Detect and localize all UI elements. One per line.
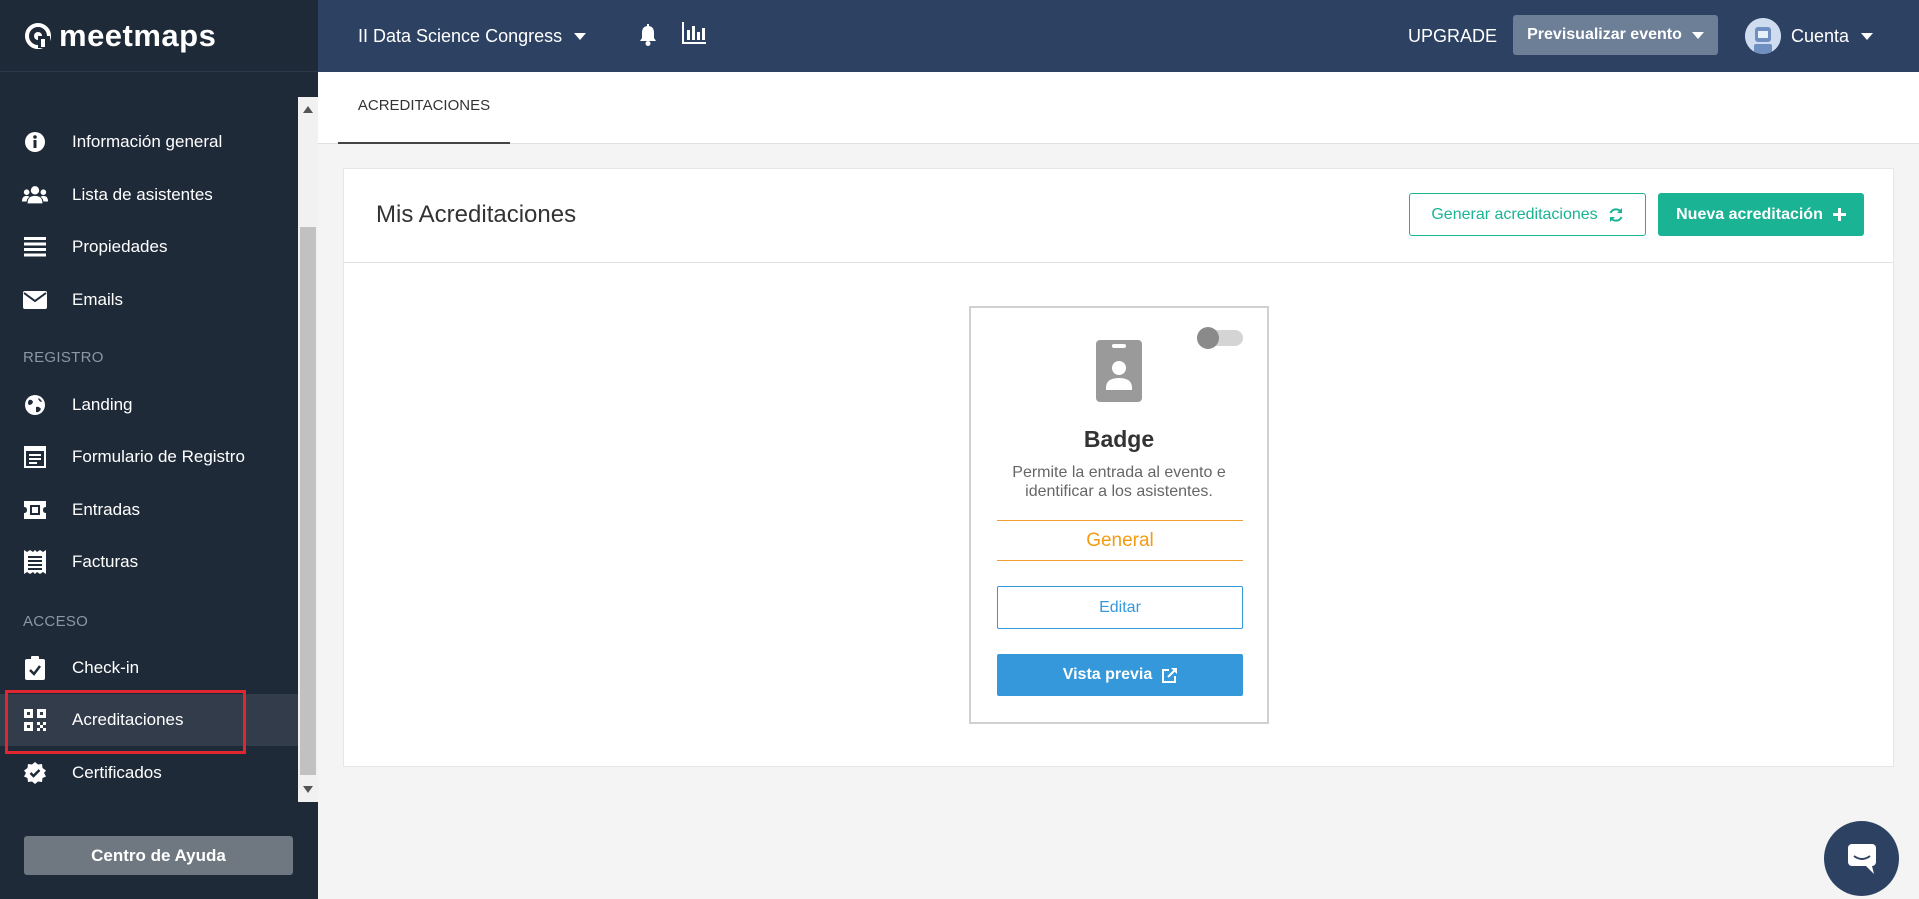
sidebar-item-label: Información general bbox=[72, 132, 223, 151]
logo-bar: meetmaps bbox=[0, 0, 318, 72]
chevron-down-icon bbox=[1861, 32, 1874, 40]
sidebar-item-label: Certificados bbox=[72, 763, 162, 782]
plus-icon bbox=[1832, 208, 1846, 221]
top-navbar: II Data Science Congress UPGRADE Previsu… bbox=[318, 0, 1919, 72]
globe-icon bbox=[22, 392, 48, 418]
sidebar-item-label: Facturas bbox=[72, 552, 139, 571]
sidebar-scrollbar[interactable] bbox=[298, 97, 318, 802]
section-registro: REGISTRO bbox=[23, 349, 104, 366]
id-badge-icon bbox=[1096, 340, 1142, 402]
partial-icon bbox=[22, 97, 48, 104]
sidebar-item-lista-de-asistentes[interactable]: Lista de asistentes bbox=[0, 169, 298, 221]
sidebar-item-facturas[interactable]: Facturas bbox=[0, 536, 298, 588]
scroll-up-arrow-icon[interactable] bbox=[303, 106, 313, 113]
generate-credentials-label: Generar acreditaciones bbox=[1431, 205, 1598, 223]
upgrade-link[interactable]: UPGRADE bbox=[1408, 0, 1497, 72]
page-title: Mis Acreditaciones bbox=[376, 201, 577, 228]
stats-chart-icon[interactable] bbox=[682, 22, 706, 51]
sidebar-item-check-in[interactable]: Check-in bbox=[0, 642, 298, 694]
section-acceso: ACCESO bbox=[23, 613, 89, 630]
badge-type-label: General bbox=[997, 520, 1243, 561]
ticket-icon bbox=[22, 497, 48, 523]
badge-enable-toggle[interactable] bbox=[1197, 327, 1243, 349]
sidebar-item-label: Check-in bbox=[72, 658, 140, 677]
users-icon bbox=[22, 182, 48, 208]
event-selector[interactable]: II Data Science Congress bbox=[358, 0, 587, 72]
tab-acreditaciones[interactable]: ACREDITACIONES bbox=[338, 72, 510, 144]
external-link-icon bbox=[1162, 667, 1178, 683]
new-credential-button[interactable]: Nueva acreditación bbox=[1658, 193, 1864, 236]
chevron-down-icon bbox=[1691, 31, 1704, 39]
preview-button[interactable]: Vista previa bbox=[997, 654, 1243, 696]
scroll-down-arrow-icon[interactable] bbox=[303, 786, 313, 793]
sidebar-item-label: Landing bbox=[72, 395, 133, 414]
clipboard-check-icon bbox=[22, 655, 48, 681]
sidebar: meetmaps Información general Lista de as… bbox=[0, 0, 318, 899]
brand-name: meetmaps bbox=[59, 17, 217, 53]
sidebar-item-landing[interactable]: Landing bbox=[0, 379, 298, 431]
credentials-panel: Mis Acreditaciones Generar acreditacione… bbox=[343, 168, 1894, 767]
list-icon bbox=[22, 234, 48, 260]
preview-label: Vista previa bbox=[1062, 666, 1153, 683]
account-label: Cuenta bbox=[1791, 25, 1850, 46]
scrollbar-thumb[interactable] bbox=[300, 227, 316, 775]
tab-bar: ACREDITACIONES bbox=[318, 72, 1919, 144]
badge-card: Badge Permite la entrada al evento e ide… bbox=[969, 306, 1269, 724]
sidebar-item-emails[interactable]: Emails bbox=[0, 274, 298, 326]
event-name: II Data Science Congress bbox=[358, 25, 563, 46]
new-credential-label: Nueva acreditación bbox=[1676, 205, 1823, 223]
envelope-icon bbox=[22, 287, 48, 313]
chat-bubble-icon bbox=[1844, 842, 1880, 876]
preview-event-button[interactable]: Previsualizar evento bbox=[1513, 15, 1718, 55]
help-center-button[interactable]: Centro de Ayuda bbox=[24, 836, 293, 875]
chat-widget-button[interactable] bbox=[1824, 821, 1899, 896]
highlight-frame bbox=[5, 690, 246, 754]
chevron-down-icon bbox=[574, 32, 587, 40]
badge-description: Permite la entrada al evento e identific… bbox=[1012, 464, 1226, 500]
sidebar-item-formulario-de-registro[interactable]: Formulario de Registro bbox=[0, 431, 298, 483]
info-icon bbox=[22, 129, 48, 155]
preview-event-label: Previsualizar evento bbox=[1527, 26, 1682, 43]
sidebar-item-propiedades[interactable]: Propiedades bbox=[0, 221, 298, 273]
receipt-icon bbox=[22, 549, 48, 575]
toggle-knob bbox=[1197, 327, 1219, 349]
sidebar-item-label: Formulario de Registro bbox=[72, 447, 245, 466]
meetmaps-logo-icon bbox=[23, 21, 53, 51]
refresh-icon bbox=[1608, 207, 1624, 223]
sidebar-item-label: Lista de asistentes bbox=[72, 185, 213, 204]
edit-button[interactable]: Editar bbox=[997, 586, 1243, 629]
sidebar-item-informacion-general[interactable]: Información general bbox=[0, 116, 298, 168]
generate-credentials-button[interactable]: Generar acreditaciones bbox=[1409, 193, 1646, 236]
account-menu[interactable]: Cuenta bbox=[1745, 0, 1874, 72]
badge-title: Badge bbox=[1083, 426, 1155, 452]
sidebar-item-entradas[interactable]: Entradas bbox=[0, 484, 298, 536]
avatar bbox=[1745, 18, 1781, 54]
sidebar-item-label: Entradas bbox=[72, 500, 141, 519]
panel-header: Mis Acreditaciones Generar acreditacione… bbox=[344, 169, 1893, 263]
sidebar-item-label: Emails bbox=[72, 290, 124, 309]
form-icon bbox=[22, 444, 48, 470]
sidebar-item-partial[interactable] bbox=[0, 97, 298, 117]
sidebar-item-certificados[interactable]: Certificados bbox=[0, 747, 298, 799]
certificate-icon bbox=[22, 760, 48, 786]
sidebar-item-label: Propiedades bbox=[72, 237, 168, 256]
bell-icon[interactable] bbox=[638, 24, 658, 51]
